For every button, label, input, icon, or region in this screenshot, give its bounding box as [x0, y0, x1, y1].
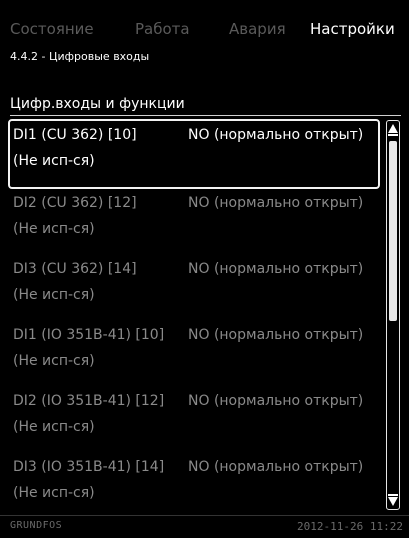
list-item-di3-io351b[interactable]: DI3 (IO 351B-41) [14] (Не исп-ся) NO (но…: [0, 451, 384, 521]
scrollbar[interactable]: [386, 120, 400, 510]
tab-alarm[interactable]: Авария: [229, 20, 286, 38]
function-label: (Не исп-ся): [13, 287, 95, 303]
brand-logo: GRUNDFOS: [10, 520, 63, 531]
scroll-up-arrow-icon[interactable]: [388, 123, 398, 137]
list-item-di3-cu362[interactable]: DI3 (CU 362) [14] (Не исп-ся) NO (нормал…: [0, 253, 384, 323]
mode-value: NO (нормально открыт): [188, 195, 364, 211]
input-label: DI2 (IO 351B-41) [12]: [13, 393, 165, 409]
list-item-di2-cu362[interactable]: DI2 (CU 362) [12] (Не исп-ся) NO (нормал…: [0, 187, 384, 257]
function-label: (Не исп-ся): [13, 221, 95, 237]
function-label: (Не исп-ся): [13, 485, 95, 501]
tab-status[interactable]: Состояние: [10, 20, 94, 38]
function-label: (Не исп-ся): [13, 153, 95, 169]
mode-value: NO (нормально открыт): [188, 393, 364, 409]
mode-value: NO (нормально открыт): [188, 459, 364, 475]
tab-operation[interactable]: Работа: [135, 20, 190, 38]
mode-value: NO (нормально открыт): [188, 327, 364, 343]
input-label: DI1 (CU 362) [10]: [13, 127, 137, 143]
input-label: DI2 (CU 362) [12]: [13, 195, 137, 211]
section-title: Цифр.входы и функции: [10, 96, 185, 112]
tab-settings[interactable]: Настройки: [310, 20, 395, 38]
list-item-di1-io351b[interactable]: DI1 (IO 351B-41) [10] (Не исп-ся) NO (но…: [0, 319, 384, 389]
breadcrumb: 4.4.2 - Цифровые входы: [10, 50, 150, 63]
scrollbar-thumb[interactable]: [389, 141, 397, 321]
footer-divider: [0, 515, 409, 516]
mode-value: NO (нормально открыт): [188, 261, 364, 277]
tab-bar: Состояние Работа Авария Настройки: [0, 0, 409, 46]
digital-inputs-list: DI1 (CU 362) [10] (Не исп-ся) NO (нормал…: [0, 117, 409, 512]
function-label: (Не исп-ся): [13, 419, 95, 435]
section-divider: [10, 115, 401, 116]
scroll-down-arrow-icon[interactable]: [388, 493, 398, 507]
function-label: (Не исп-ся): [13, 353, 95, 369]
date-time: 2012-11-26 11:22: [297, 520, 403, 533]
input-label: DI3 (IO 351B-41) [14]: [13, 459, 165, 475]
list-item-di1-cu362[interactable]: DI1 (CU 362) [10] (Не исп-ся) NO (нормал…: [8, 119, 380, 189]
mode-value: NO (нормально открыт): [188, 127, 364, 143]
input-label: DI1 (IO 351B-41) [10]: [13, 327, 165, 343]
input-label: DI3 (CU 362) [14]: [13, 261, 137, 277]
list-item-di2-io351b[interactable]: DI2 (IO 351B-41) [12] (Не исп-ся) NO (но…: [0, 385, 384, 455]
